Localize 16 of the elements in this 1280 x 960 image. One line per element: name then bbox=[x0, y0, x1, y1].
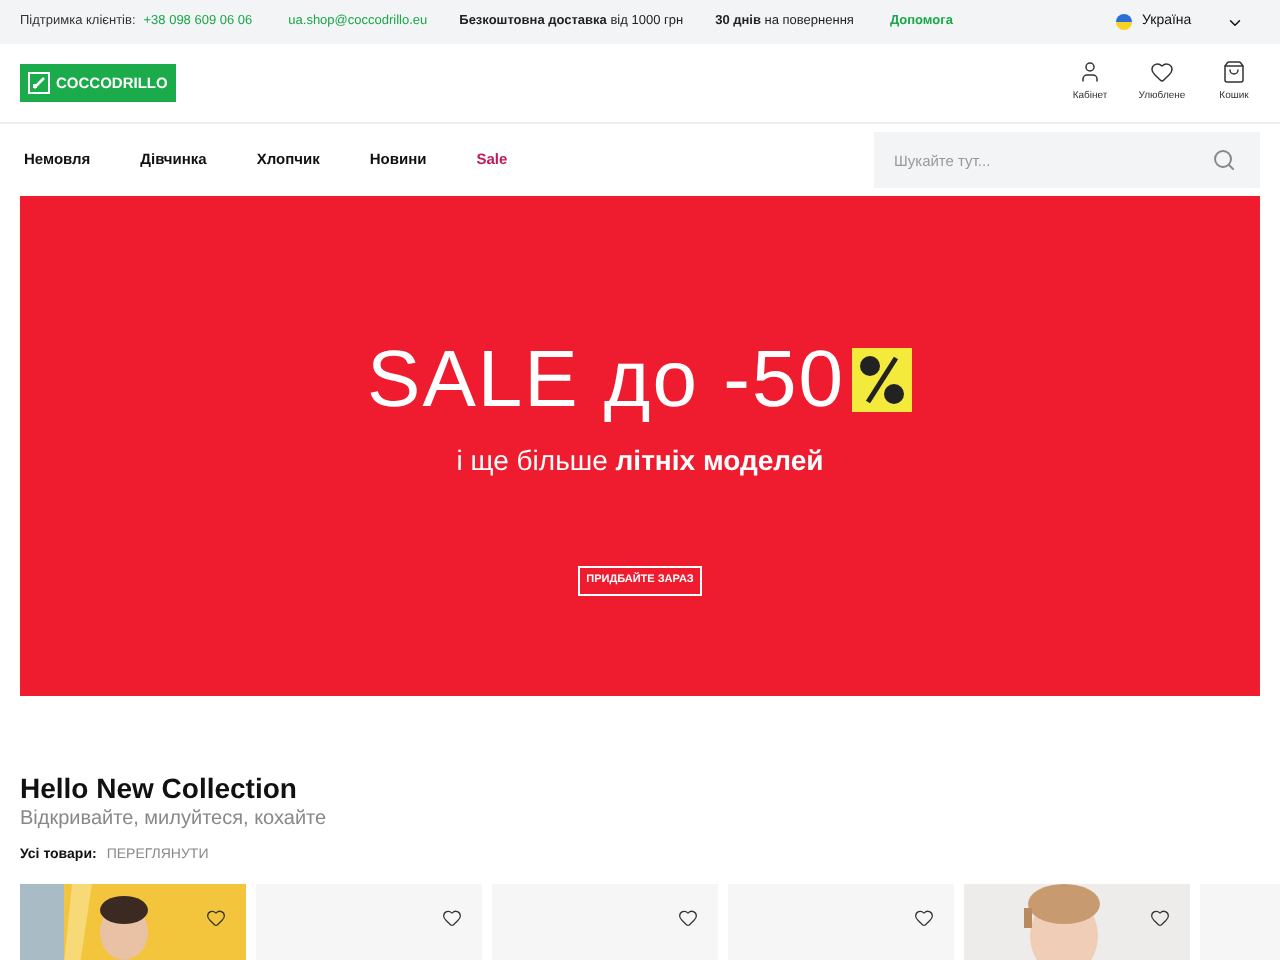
user-icon bbox=[1078, 60, 1102, 85]
flag-icon bbox=[1116, 14, 1132, 30]
section-title: Hello New Collection bbox=[20, 774, 299, 802]
favorite-icon[interactable] bbox=[914, 907, 934, 927]
bag-icon bbox=[1222, 60, 1246, 85]
banner-headline: SALE до -50 bbox=[367, 340, 845, 420]
favorite-icon[interactable] bbox=[1150, 907, 1170, 927]
logo-mark-icon bbox=[28, 72, 50, 94]
banner-subline: і ще більше літніх моделей bbox=[456, 442, 824, 480]
heart-icon bbox=[1150, 60, 1174, 85]
favorite-icon[interactable] bbox=[442, 907, 462, 927]
percent-icon bbox=[852, 348, 913, 412]
favorite-icon[interactable] bbox=[678, 907, 698, 927]
favorite-icon[interactable] bbox=[206, 907, 226, 927]
search-icon[interactable] bbox=[1212, 148, 1236, 172]
section-subtitle: Відкривайте, милуйтеся, кохайте bbox=[20, 806, 329, 834]
